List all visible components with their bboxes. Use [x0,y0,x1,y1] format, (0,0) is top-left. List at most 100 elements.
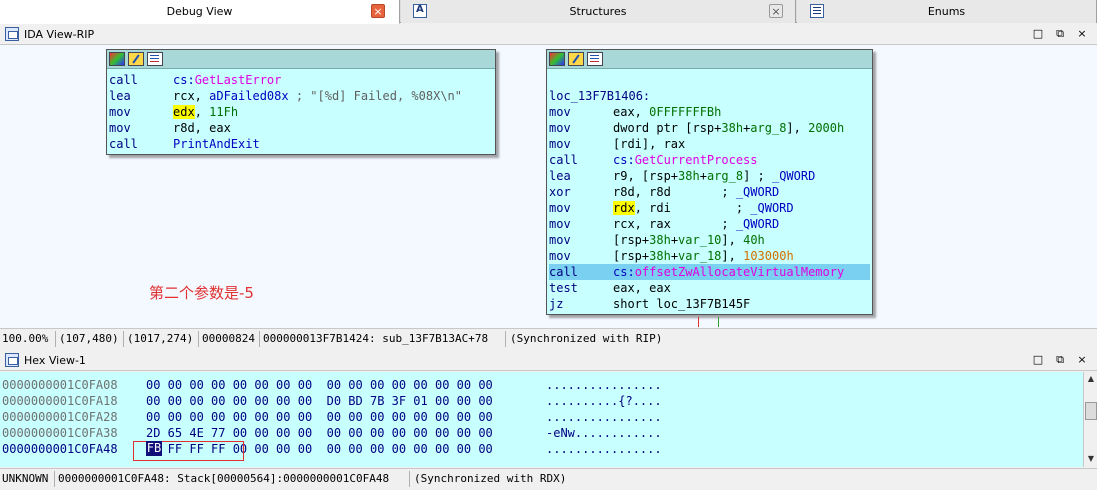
scroll-thumb[interactable] [1085,402,1097,420]
rename-icon[interactable] [568,52,584,66]
operands: eax, eax [613,281,671,295]
mnemonic: mov [109,105,131,119]
operands: dword ptr [rsp+38h+arg_8], 2000h [613,121,845,135]
code-line[interactable]: mov [rdi], rax [549,136,870,152]
window-buttons: □ ⧉ × [1031,353,1091,367]
current-address: 000000013F7B1424: sub_13F7B13AC+78 [263,332,489,345]
tab-structures[interactable]: Structures × [401,0,796,23]
tab-enums[interactable]: Enums [797,0,1097,23]
color-icon[interactable] [549,52,565,66]
code-line[interactable]: mov [rsp+38h+var_18], 103000h [549,248,870,264]
hex-address: 0000000001C0FA48 [2,442,118,456]
edge-true [718,317,719,327]
operands: r8d, eax [173,121,231,135]
zoom-level: 100.00% [2,332,49,345]
mnemonic: lea [109,89,131,103]
segment-type: UNKNOWN [2,472,49,485]
code-line[interactable]: call cs:GetCurrentProcess [549,152,870,168]
operands: [rdi], rax [613,137,686,151]
hex-ascii[interactable]: ................ [546,377,662,393]
operands: r8d, r8d ; _QWORD [613,185,780,199]
graph-node-left[interactable]: call cs:GetLastError lea rcx, aDFailed08x ;… [106,49,496,155]
code-line[interactable]: xor r8d, r8d ; _QWORD [549,184,870,200]
xref-icon[interactable] [587,52,603,66]
mnemonic: mov [549,249,571,263]
code-line[interactable]: call cs:offsetZwAllocateVirtualMemory [549,264,870,280]
hex-scrollbar[interactable]: ▲ ▼ [1083,372,1097,467]
restore-icon[interactable]: ⧉ [1053,353,1067,367]
hex-bytes[interactable]: 00 00 00 00 00 00 00 00 D0 BD 7B 3F 01 0… [146,393,493,409]
hex-bytes[interactable]: 00 00 00 00 00 00 00 00 00 00 00 00 00 0… [146,377,493,393]
mnemonic: lea [549,169,571,183]
hex-address: 0000000001C0FA08 [2,378,118,392]
code-line[interactable]: mov [rsp+38h+var_10], 40h [549,232,870,248]
hex-ascii[interactable]: -eNw............ [546,425,662,441]
code-line[interactable]: mov r8d, eax [109,120,493,136]
code-line[interactable]: lea r9, [rsp+38h+arg_8] ; _QWORD [549,168,870,184]
hex-ascii[interactable]: ................ [546,409,662,425]
mnemonic: mov [549,105,571,119]
operands: cs:GetLastError [173,73,282,87]
close-icon[interactable]: × [1075,353,1089,366]
edge-false [698,317,699,327]
operands: cs:GetCurrentProcess [613,153,758,167]
mnemonic: test [549,281,578,295]
maximize-icon[interactable]: □ [1031,27,1045,40]
code-line[interactable]: mov edx, 11Fh [109,104,493,120]
rename-icon[interactable] [128,52,144,66]
scroll-down-icon[interactable]: ▼ [1086,454,1096,464]
operands: short loc_13F7B145F [613,297,751,311]
hex-address: 0000000001C0FA38 [2,426,118,440]
selected-byte[interactable]: FB [146,441,162,456]
hex-bytes[interactable]: 2D 65 4E 77 00 00 00 00 00 00 00 00 00 0… [146,425,493,441]
mnemonic: call [549,153,578,167]
code-line[interactable]: lea rcx, aDFailed08x ; "[%d] Failed, %08X… [109,88,493,104]
code-line[interactable]: test eax, eax [549,280,870,296]
mnemonic: mov [549,217,571,231]
ida-view-title: IDA View-RIP [24,28,95,41]
close-icon[interactable]: × [371,4,385,18]
color-icon[interactable] [109,52,125,66]
mnemonic: call [109,137,138,151]
hex-address: 0000000001C0FA28 [2,410,118,424]
graph-view[interactable]: call cs:GetLastError lea rcx, aDFailed08x ;… [0,45,1097,328]
mnemonic: call [549,265,578,279]
code-line[interactable]: mov dword ptr [rsp+38h+arg_8], 2000h [549,120,870,136]
operands: edx, 11Fh [173,105,239,119]
maximize-icon[interactable]: □ [1031,353,1045,366]
code-line[interactable]: mov rcx, rax ; _QWORD [549,216,870,232]
operands: eax, 0FFFFFFFBh [613,105,722,119]
code-line[interactable]: mov rdx, rdi ; _QWORD [549,200,870,216]
annotation-text: 第二个参数是-5 [149,284,254,302]
sync-status: (Synchronized with RDX) [414,472,567,485]
code-line[interactable]: mov eax, 0FFFFFFFBh [549,104,870,120]
window-buttons: □ ⧉ × [1031,27,1091,41]
graph-node-right[interactable]: loc_13F7B1406: mov eax, 0FFFFFFFBh mov dwor… [546,49,873,315]
hex-ascii[interactable]: ..........{?.... [546,393,662,409]
code-label[interactable]: loc_13F7B1406: [549,88,870,104]
code-line[interactable]: call cs:GetLastError [109,72,493,88]
hex-address: 0000000001C0FA48: Stack[00000564]:000000… [58,472,390,485]
close-icon[interactable]: × [769,4,783,18]
ida-view-titlebar: IDA View-RIP □ ⧉ × [0,24,1097,45]
graph-pos: (1017,274) [127,332,194,345]
tab-label: Enums [927,5,966,18]
hex-ascii[interactable]: ................ [546,441,662,457]
mnemonic: mov [549,121,571,135]
close-icon[interactable]: × [1075,27,1089,40]
hex-view-titlebar: Hex View-1 □ ⧉ × [0,350,1097,371]
sync-status: (Synchronized with RIP) [510,332,663,345]
file-offset: 00000824 [202,332,255,345]
scroll-up-icon[interactable]: ▲ [1086,374,1096,384]
hex-address: 0000000001C0FA18 [2,394,118,408]
node-header [547,50,872,69]
code-line[interactable]: call PrintAndExit [109,136,493,152]
tab-debug-view[interactable]: Debug View × [0,0,400,24]
restore-icon[interactable]: ⧉ [1053,27,1067,41]
mnemonic: mov [549,201,571,215]
mnemonic: mov [109,121,131,135]
operands: rdx, rdi ; _QWORD [613,201,794,215]
xref-icon[interactable] [147,52,163,66]
hex-bytes[interactable]: 00 00 00 00 00 00 00 00 00 00 00 00 00 0… [146,409,493,425]
code-line[interactable]: jz short loc_13F7B145F [549,296,870,312]
